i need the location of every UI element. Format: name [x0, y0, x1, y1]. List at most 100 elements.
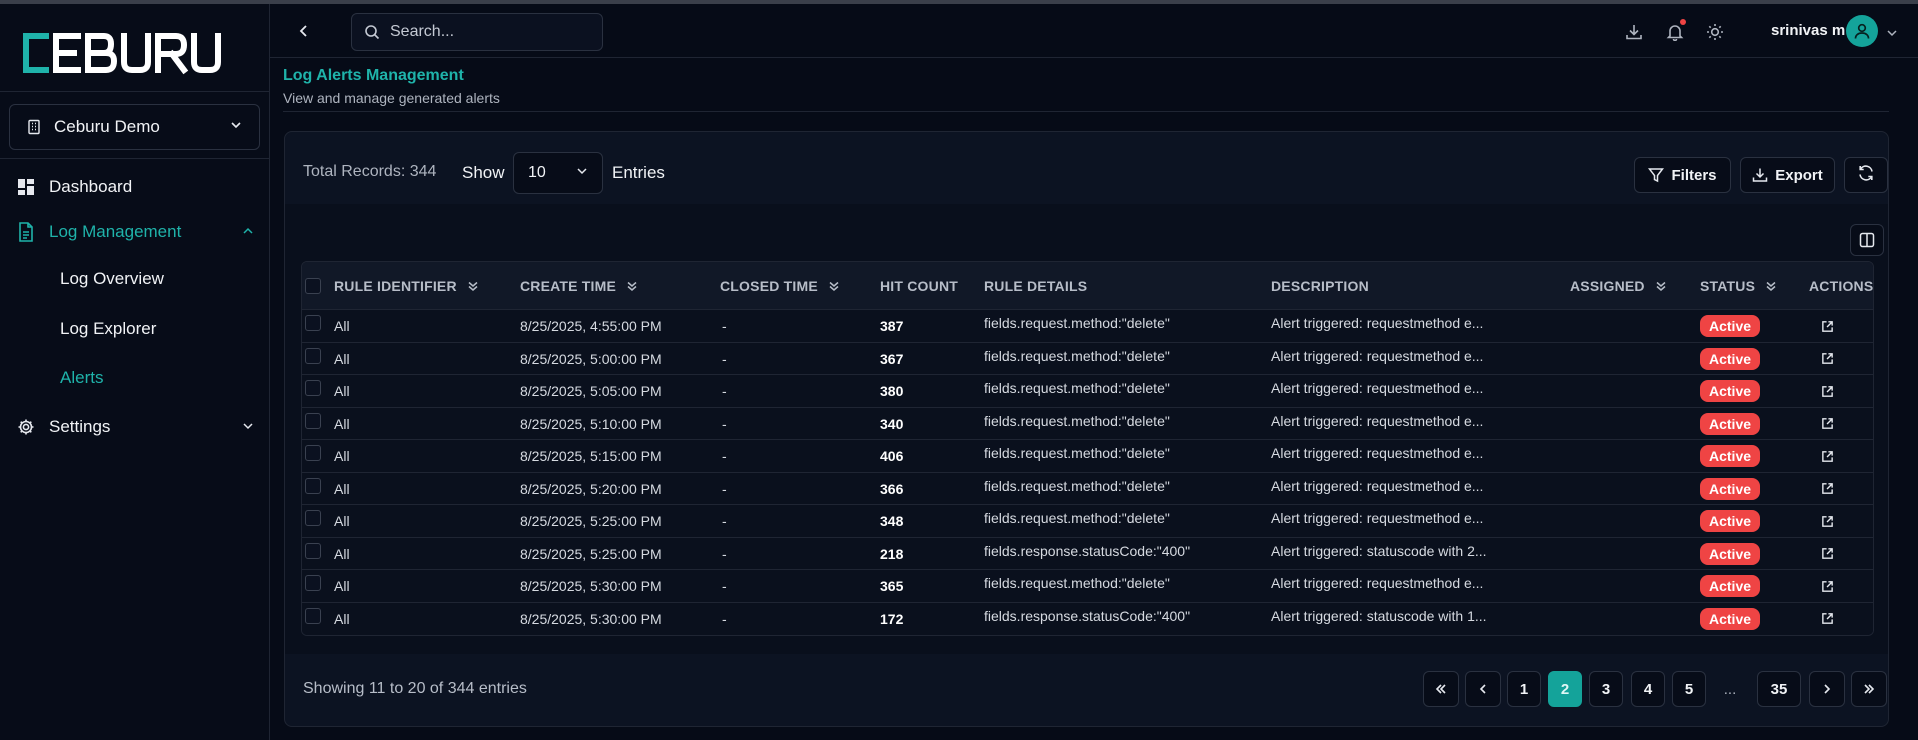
cell-closed-time: -: [722, 513, 727, 529]
sidebar-item-label: Dashboard: [49, 177, 133, 196]
row-checkbox-cell[interactable]: [305, 473, 321, 499]
table-row[interactable]: All 8/25/2025, 4:55:00 PM - 387 fields.reque…: [302, 310, 1873, 343]
column-toggle-button[interactable]: [1850, 224, 1884, 256]
cell-rule-identifier: All: [334, 610, 350, 627]
next-page-button[interactable]: [1809, 671, 1845, 707]
row-checkbox-cell[interactable]: [305, 440, 321, 466]
row-checkbox-cell[interactable]: [305, 375, 321, 401]
page-button-3[interactable]: 3: [1589, 671, 1623, 707]
sidebar-item-dashboard[interactable]: Dashboard: [16, 172, 254, 202]
last-page-button[interactable]: [1851, 671, 1887, 707]
search-input[interactable]: [390, 23, 580, 41]
notification-bell-icon[interactable]: [1665, 19, 1686, 42]
row-checkbox[interactable]: [305, 380, 321, 396]
column-header-label: ASSIGNED: [1570, 278, 1645, 294]
cell-hit-count: 367: [880, 350, 904, 367]
theme-toggle-sun-icon[interactable]: [1705, 22, 1725, 42]
page-size-value: 10: [528, 164, 546, 181]
open-external-icon[interactable]: [1821, 547, 1835, 561]
chevron-down-icon[interactable]: [1886, 26, 1898, 38]
row-checkbox-cell[interactable]: [305, 408, 321, 434]
collapse-sidebar-button[interactable]: [294, 21, 314, 41]
row-checkbox-cell[interactable]: [305, 570, 321, 596]
filters-button[interactable]: Filters: [1634, 157, 1731, 193]
search-box[interactable]: [351, 13, 603, 51]
table-row[interactable]: All 8/25/2025, 5:30:00 PM - 365 fields.reque…: [302, 570, 1873, 603]
sidebar-item-settings[interactable]: Settings: [16, 412, 254, 442]
sidebar-subitem-log-overview[interactable]: Log Overview: [60, 266, 164, 292]
page-button-4[interactable]: 4: [1631, 671, 1665, 707]
cell-description: Alert triggered: requestmethod e...: [1271, 315, 1484, 331]
row-checkbox[interactable]: [305, 347, 321, 364]
open-external-icon[interactable]: [1821, 579, 1835, 593]
user-name[interactable]: srinivas m: [1771, 22, 1845, 39]
cell-create-time: 8/25/2025, 5:25:00 PM: [520, 545, 662, 562]
table-row[interactable]: All 8/25/2025, 5:25:00 PM - 348 fields.reque…: [302, 505, 1873, 538]
row-checkbox[interactable]: [305, 445, 321, 461]
open-external-icon[interactable]: [1821, 612, 1835, 626]
table-row[interactable]: All 8/25/2025, 5:15:00 PM - 406 fields.reque…: [302, 440, 1873, 473]
page-button-5[interactable]: 5: [1672, 671, 1706, 707]
cell-rule-identifier: All: [334, 415, 350, 432]
open-external-icon[interactable]: [1821, 352, 1835, 366]
open-external-icon[interactable]: [1821, 514, 1835, 528]
column-header-rule-identifier[interactable]: RULE IDENTIFIER: [334, 262, 479, 310]
open-external-icon[interactable]: [1821, 417, 1835, 431]
sort-icon: [829, 281, 839, 291]
cell-rule-details: fields.request.method:"delete": [984, 445, 1170, 461]
page-button-35[interactable]: 35: [1757, 671, 1801, 707]
row-checkbox[interactable]: [305, 315, 321, 331]
row-checkbox[interactable]: [305, 412, 321, 429]
row-checkbox[interactable]: [305, 542, 321, 559]
row-checkbox-cell[interactable]: [305, 538, 321, 564]
previous-page-button[interactable]: [1465, 671, 1501, 707]
open-external-icon[interactable]: [1821, 449, 1835, 463]
first-page-button[interactable]: [1423, 671, 1459, 707]
row-checkbox[interactable]: [305, 477, 321, 494]
cell-actions: [1821, 505, 1835, 537]
table-row[interactable]: All 8/25/2025, 5:20:00 PM - 366 fields.reque…: [302, 472, 1873, 505]
avatar[interactable]: [1846, 15, 1878, 47]
sidebar-subitem-log-explorer[interactable]: Log Explorer: [60, 316, 156, 342]
column-header-label: DESCRIPTION: [1271, 278, 1369, 294]
download-icon[interactable]: [1624, 22, 1644, 42]
column-header-create-time[interactable]: CREATE TIME: [520, 262, 638, 310]
row-checkbox-cell[interactable]: [305, 505, 321, 531]
row-checkbox[interactable]: [305, 510, 321, 526]
cell-create-time: 8/25/2025, 5:30:00 PM: [520, 578, 662, 594]
row-checkbox-cell[interactable]: [305, 310, 321, 336]
cell-rule-identifier: All: [334, 545, 350, 562]
table-row[interactable]: All 8/25/2025, 5:10:00 PM - 340 fields.reque…: [302, 407, 1873, 440]
column-header-status[interactable]: STATUS: [1700, 262, 1777, 310]
table-row[interactable]: All 8/25/2025, 5:30:00 PM - 172 fields.respo…: [302, 602, 1873, 635]
sidebar-item-log-management[interactable]: Log Management: [16, 217, 254, 247]
cell-create-time: 8/25/2025, 5:10:00 PM: [520, 415, 662, 432]
status-badge: Active: [1700, 575, 1761, 597]
open-external-icon[interactable]: [1821, 319, 1835, 333]
page-button-1[interactable]: 1: [1507, 671, 1541, 707]
page-size-select[interactable]: 10: [513, 152, 603, 194]
table-row[interactable]: All 8/25/2025, 5:25:00 PM - 218 fields.respo…: [302, 537, 1873, 570]
organization-selector[interactable]: Ceburu Demo: [9, 104, 260, 150]
export-button[interactable]: Export: [1740, 157, 1835, 193]
row-checkbox-cell[interactable]: [305, 343, 321, 369]
select-all-checkbox-cell[interactable]: [305, 262, 321, 310]
column-header-description: DESCRIPTION: [1271, 262, 1369, 310]
sidebar-subitem-alerts[interactable]: Alerts: [60, 365, 103, 391]
column-header-assigned[interactable]: ASSIGNED: [1570, 262, 1667, 310]
double-chevron-left-icon: [1435, 684, 1446, 694]
page-button-2[interactable]: 2: [1548, 671, 1582, 707]
open-external-icon[interactable]: [1821, 482, 1835, 496]
row-checkbox[interactable]: [305, 607, 321, 624]
select-all-checkbox[interactable]: [305, 278, 321, 294]
table-row[interactable]: All 8/25/2025, 5:00:00 PM - 367 fields.reque…: [302, 342, 1873, 375]
row-checkbox-cell[interactable]: [305, 603, 321, 629]
open-external-icon[interactable]: [1821, 384, 1835, 398]
cell-rule-identifier: All: [334, 350, 350, 367]
refresh-button[interactable]: [1844, 157, 1888, 193]
table-row[interactable]: All 8/25/2025, 5:05:00 PM - 380 fields.reque…: [302, 375, 1873, 408]
row-checkbox[interactable]: [305, 575, 321, 591]
logo[interactable]: [16, 30, 236, 76]
column-header-closed-time[interactable]: CLOSED TIME: [720, 262, 840, 310]
cell-hit-count: 406: [880, 448, 904, 464]
